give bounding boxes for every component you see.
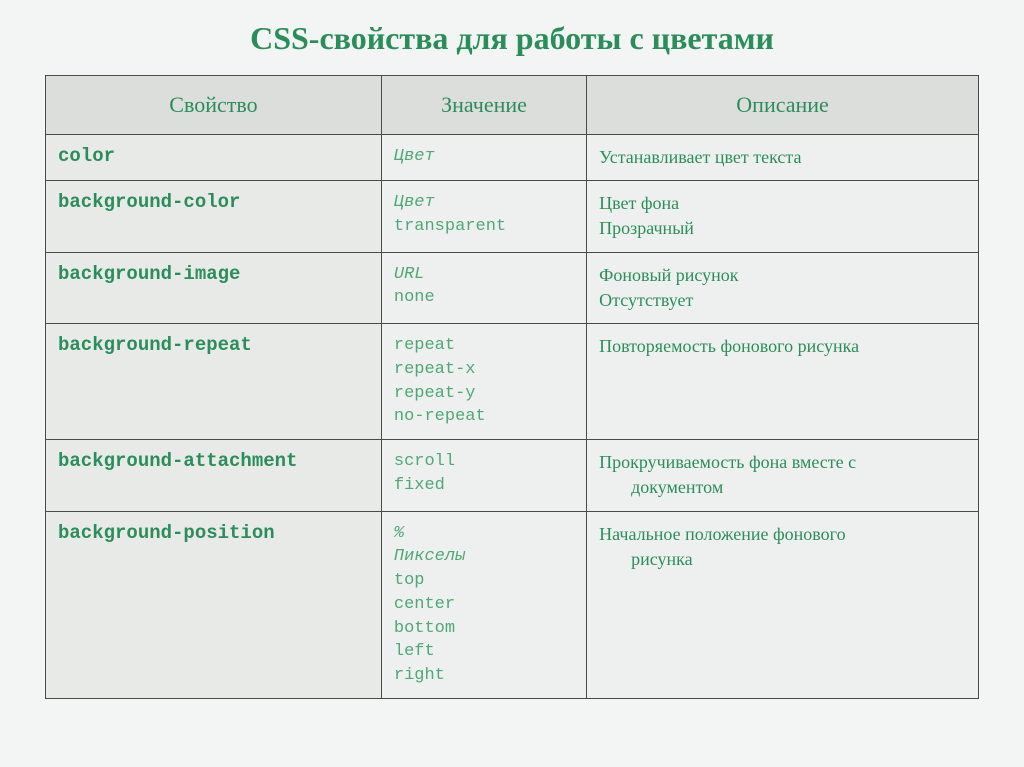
property-cell: background-position (46, 511, 382, 699)
description-line: Повторяемость фонового рисунка (599, 334, 966, 359)
description-line-indent: рисунка (599, 547, 966, 572)
value-line: none (394, 286, 574, 310)
value-line: transparent (394, 215, 574, 239)
value-cell: URLnone (381, 252, 586, 323)
description-cell: Повторяемость фонового рисунка (587, 323, 979, 439)
description-line: Прокручиваемость фона вместе с (599, 450, 966, 475)
header-value: Значение (381, 76, 586, 135)
property-cell: color (46, 135, 382, 181)
value-line: % (394, 522, 574, 546)
value-line: scroll (394, 450, 574, 474)
table-row: background-imageURLnoneФоновый рисунокОт… (46, 252, 979, 323)
page-title: CSS-свойства для работы с цветами (45, 20, 979, 57)
value-line: center (394, 593, 574, 617)
table-header-row: Свойство Значение Описание (46, 76, 979, 135)
description-cell: Фоновый рисунокОтсутствует (587, 252, 979, 323)
value-cell: scrollfixed (381, 440, 586, 511)
header-description: Описание (587, 76, 979, 135)
value-line: Пикселы (394, 545, 574, 569)
value-line: right (394, 664, 574, 688)
table-row: color Цвет Устанавливает цвет текста (46, 135, 979, 181)
description-cell: Цвет фонаПрозрачный (587, 181, 979, 252)
value-line: left (394, 640, 574, 664)
description-line: Фоновый рисунок (599, 263, 966, 288)
value-cell: repeatrepeat-xrepeat-yno-repeat (381, 323, 586, 439)
description-cell: Устанавливает цвет текста (587, 135, 979, 181)
description-cell: Прокручиваемость фона вместе сдокументом (587, 440, 979, 511)
css-properties-table: Свойство Значение Описание color Цвет Уста… (45, 75, 979, 699)
table-body: color Цвет Устанавливает цвет текста backgr… (46, 135, 979, 699)
table-row: background-repeat repeatrepeat-xrepeat-yn… (46, 323, 979, 439)
table-row: background-attachmentscrollfixedПрокручи… (46, 440, 979, 511)
property-cell: background-attachment (46, 440, 382, 511)
description-line-indent: документом (599, 475, 966, 500)
table-row: background-colorЦветtransparentЦвет фона… (46, 181, 979, 252)
property-name: color (58, 145, 115, 167)
value-cell: Цветtransparent (381, 181, 586, 252)
description-line: Устанавливает цвет текста (599, 145, 966, 170)
value-line: fixed (394, 474, 574, 498)
header-property: Свойство (46, 76, 382, 135)
description-line: Прозрачный (599, 216, 966, 241)
description-cell: Начальное положение фоновогорисунка (587, 511, 979, 699)
description-line: Отсутствует (599, 288, 966, 313)
value-cell: %Пикселыtopcenterbottomleftright (381, 511, 586, 699)
property-cell: background-repeat (46, 323, 382, 439)
description-line: Цвет фона (599, 191, 966, 216)
property-name: background-color (58, 191, 240, 213)
value-cell: Цвет (381, 135, 586, 181)
value-line: repeat-y (394, 382, 574, 406)
value-line: Цвет (394, 191, 574, 215)
value-line: bottom (394, 617, 574, 641)
table-row: background-position%Пикселыtopcenterbott… (46, 511, 979, 699)
description-line: Начальное положение фонового (599, 522, 966, 547)
value-line: no-repeat (394, 405, 574, 429)
property-cell: background-image (46, 252, 382, 323)
property-name: background-repeat (58, 334, 252, 356)
value-line: top (394, 569, 574, 593)
value-line: URL (394, 263, 574, 287)
property-name: background-position (58, 522, 275, 544)
property-name: background-attachment (58, 450, 297, 472)
value-line: Цвет (394, 145, 574, 169)
property-cell: background-color (46, 181, 382, 252)
value-line: repeat-x (394, 358, 574, 382)
value-line: repeat (394, 334, 574, 358)
property-name: background-image (58, 263, 240, 285)
